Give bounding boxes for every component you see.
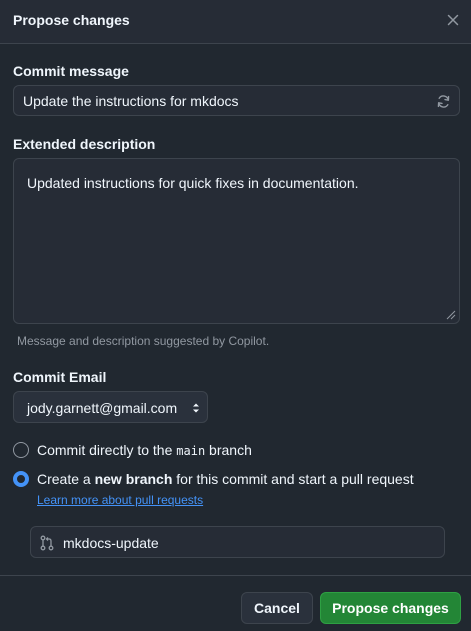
branch-name-value: mkdocs-update	[63, 535, 159, 551]
regenerate-button[interactable]	[434, 92, 452, 110]
git-pull-request-icon	[40, 535, 54, 551]
resize-grip-icon[interactable]	[446, 310, 456, 320]
commit-direct-label[interactable]: Commit directly to the main branch	[37, 442, 252, 458]
new-branch-label[interactable]: Create a new branch for this commit and …	[37, 471, 414, 487]
propose-changes-button[interactable]: Propose changes	[320, 592, 461, 624]
branch-name-input[interactable]: mkdocs-update	[30, 526, 445, 558]
commit-email-label: Commit Email	[13, 369, 107, 385]
extended-description-label: Extended description	[13, 136, 156, 152]
learn-more-link[interactable]: Learn more about pull requests	[37, 493, 203, 507]
dialog-header: Propose changes	[0, 0, 471, 44]
commit-email-value: jody.garnett@gmail.com	[27, 400, 178, 416]
x-icon	[447, 14, 459, 26]
close-button[interactable]	[444, 11, 462, 29]
commit-email-select[interactable]: jody.garnett@gmail.com	[13, 391, 208, 423]
extended-description-value: Updated instructions for quick fixes in …	[27, 175, 359, 191]
new-branch-radio[interactable]	[13, 471, 29, 487]
commit-message-value: Update the instructions for mkdocs	[23, 93, 239, 109]
copilot-suggestion-hint: Message and description suggested by Cop…	[17, 334, 270, 348]
commit-message-label: Commit message	[13, 63, 129, 79]
dialog-title: Propose changes	[13, 12, 130, 28]
select-caret-icon	[193, 403, 199, 413]
branch-name-code: main	[176, 444, 206, 458]
cancel-button[interactable]: Cancel	[241, 592, 313, 624]
commit-direct-radio[interactable]	[13, 442, 29, 458]
extended-description-textarea[interactable]: Updated instructions for quick fixes in …	[13, 158, 460, 324]
commit-message-input[interactable]: Update the instructions for mkdocs	[13, 85, 460, 116]
sync-icon	[437, 94, 449, 108]
